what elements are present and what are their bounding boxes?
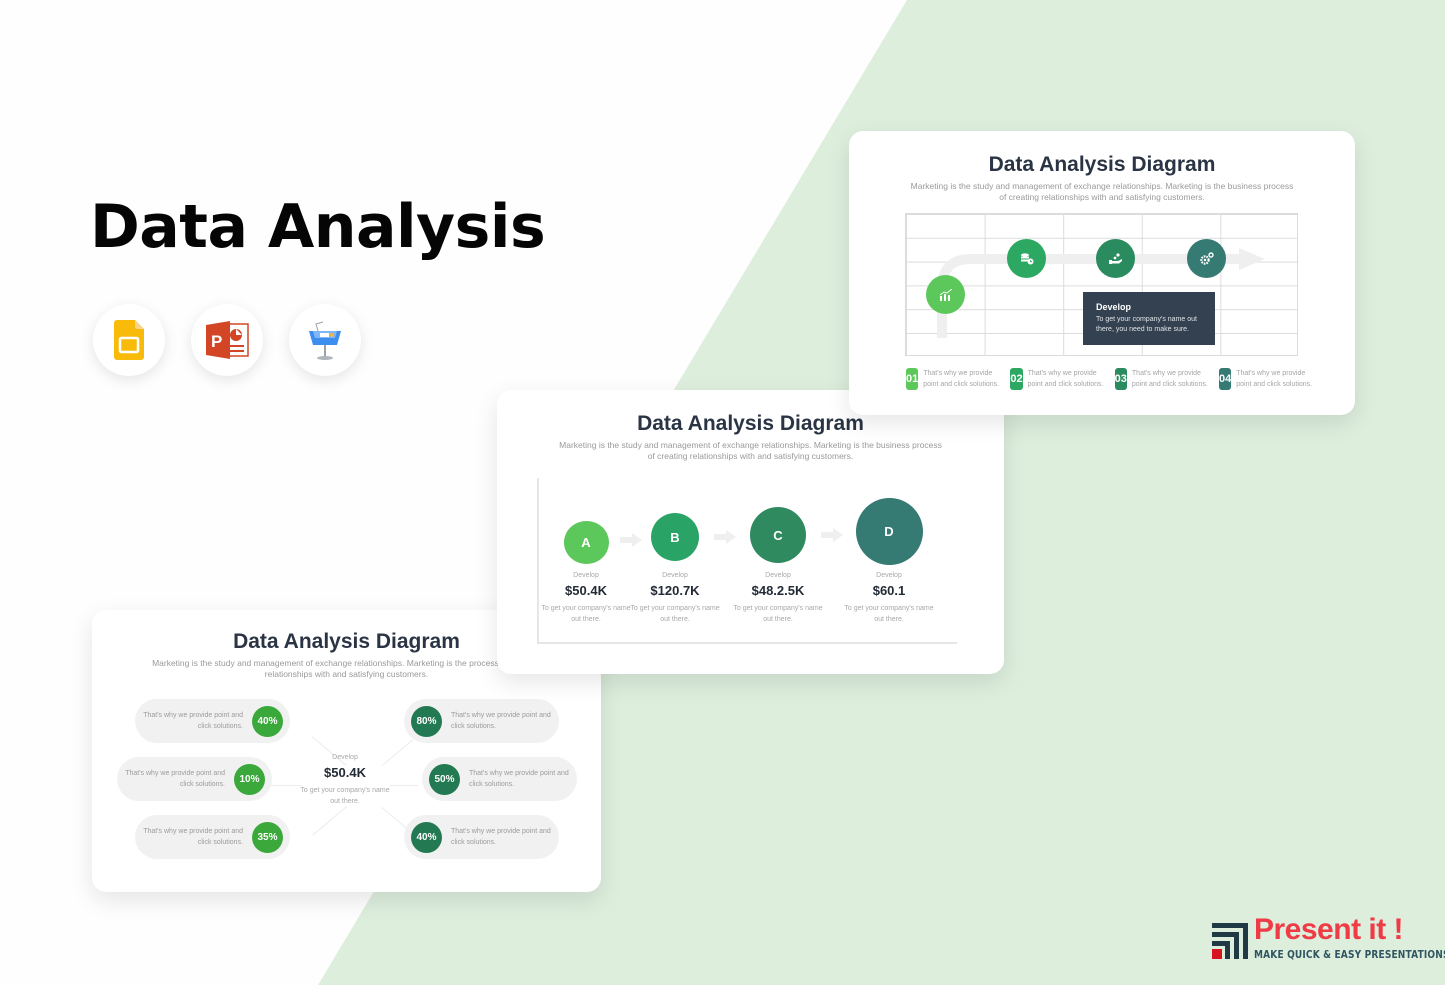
node-description: To get your company's name out there.	[844, 605, 934, 623]
growth-node: A	[536, 521, 636, 564]
x-axis	[537, 642, 957, 644]
keynote-icon	[309, 321, 341, 360]
svg-text:P: P	[211, 332, 222, 351]
pill-text: That's why we provide point and click so…	[143, 712, 243, 730]
node-value: $120.7K	[650, 583, 700, 598]
app-compatibility-icons: P	[93, 304, 361, 376]
page-title: Data Analysis	[90, 192, 546, 262]
google-slides-icon	[114, 320, 144, 360]
step-text: That's why we provide point and click so…	[1236, 370, 1313, 388]
step-item: 04 That's why we provide point and click…	[1218, 368, 1315, 390]
spoke-line	[312, 806, 348, 836]
powerpoint-icon: P	[206, 321, 249, 359]
step-text: That's why we provide point and click so…	[1027, 370, 1104, 388]
step-number: 02	[1010, 368, 1023, 390]
step-icon-circle	[1007, 239, 1046, 278]
hand-coin-icon	[1108, 252, 1122, 264]
spoke-line	[382, 739, 414, 766]
brand-logo[interactable]: Present it ! MAKE QUICK & EASY PRESENTAT…	[1212, 915, 1445, 961]
steps-row: 01 That's why we provide point and click…	[906, 368, 1315, 390]
google-slides-badge	[93, 304, 165, 376]
keynote-badge	[289, 304, 361, 376]
node-label: Develop	[662, 572, 688, 579]
center-value: $50.4K	[324, 765, 366, 780]
pill-text: That's why we provide point and click so…	[451, 712, 551, 730]
percent-badge: 50%	[429, 763, 460, 795]
step-text: That's why we provide point and click so…	[923, 370, 1000, 388]
node-label: Develop	[876, 572, 902, 579]
pill-text: That's why we provide point and click so…	[143, 828, 243, 846]
powerpoint-badge: P	[191, 304, 263, 376]
percent-badge: 80%	[411, 705, 442, 737]
slide-subtitle: Marketing is the study and management of…	[910, 181, 1294, 202]
node-value: $60.1	[872, 583, 906, 598]
node-value: $50.4K	[565, 583, 607, 598]
brand-name: Present it !	[1254, 913, 1404, 946]
step-icon-circle	[1096, 239, 1135, 278]
step-number: 04	[1218, 368, 1232, 390]
pill-text: That's why we provide point and click so…	[451, 828, 551, 846]
database-clock-icon	[1020, 252, 1033, 264]
node-circle-a: A	[563, 521, 609, 564]
growth-node: C	[728, 507, 828, 563]
right-pill: 40% That's why we provide point and clic…	[404, 815, 559, 859]
right-pill: 80% That's why we provide point and clic…	[404, 699, 559, 743]
node-label: Develop	[765, 572, 791, 579]
slide-subtitle: Marketing is the study and management of…	[559, 440, 942, 461]
tooltip-title: Develop	[1096, 302, 1132, 312]
slide-preview-roadmap[interactable]: Data Analysis Diagram Marketing is the s…	[849, 131, 1355, 415]
right-pill: 50% That's why we provide point and clic…	[422, 757, 577, 801]
slide-preview-growth[interactable]: Data Analysis Diagram Marketing is the s…	[497, 390, 1004, 674]
step-item: 03 That's why we provide point and click…	[1114, 368, 1211, 390]
percent-badge: 10%	[234, 763, 265, 795]
step-icon-circle	[1187, 239, 1226, 278]
node-circle-b: B	[651, 513, 699, 561]
percent-badge: 40%	[252, 705, 283, 737]
node-circle-c: C	[750, 507, 806, 563]
develop-tooltip: Develop To get your company's name out t…	[1083, 292, 1215, 345]
center-label: Develop	[332, 754, 358, 761]
step-item: 02 That's why we provide point and click…	[1010, 368, 1106, 390]
chart-growth-icon	[939, 288, 952, 301]
spoke-line	[311, 736, 347, 766]
slide-title: Data Analysis Diagram	[988, 153, 1216, 176]
brand-tagline: MAKE QUICK & EASY PRESENTATIONS	[1254, 948, 1445, 961]
tooltip-body: To get your company's name out there, yo…	[1096, 316, 1197, 333]
node-circle-d: D	[855, 498, 923, 565]
step-item: 01 That's why we provide point and click…	[906, 368, 1002, 390]
growth-node: D	[839, 498, 939, 565]
left-pill: That's why we provide point and click so…	[135, 815, 290, 859]
node-value: $48.2.5K	[751, 583, 805, 598]
step-number: 03	[1114, 368, 1127, 390]
node-label: Develop	[573, 572, 599, 579]
present-it-logo-icon	[1212, 923, 1248, 959]
gears-icon	[1199, 252, 1214, 265]
pill-text: That's why we provide point and click so…	[469, 770, 569, 788]
node-description: To get your company's name out there.	[541, 605, 631, 623]
center-description: To get your company's name out there.	[300, 787, 390, 805]
percent-badge: 35%	[252, 821, 283, 853]
growth-node: B	[625, 513, 725, 561]
percent-badge: 40%	[411, 821, 442, 853]
pill-text: That's why we provide point and click so…	[125, 770, 225, 788]
left-pill: That's why we provide point and click so…	[135, 699, 290, 743]
node-description: To get your company's name out there.	[630, 605, 720, 623]
left-pill: That's why we provide point and click so…	[117, 757, 272, 801]
step-number: 01	[906, 368, 919, 390]
step-text: That's why we provide point and click so…	[1131, 370, 1208, 388]
slide-title: Data Analysis Diagram	[637, 412, 864, 435]
step-icon-circle	[926, 275, 965, 314]
node-description: To get your company's name out there.	[733, 605, 823, 623]
